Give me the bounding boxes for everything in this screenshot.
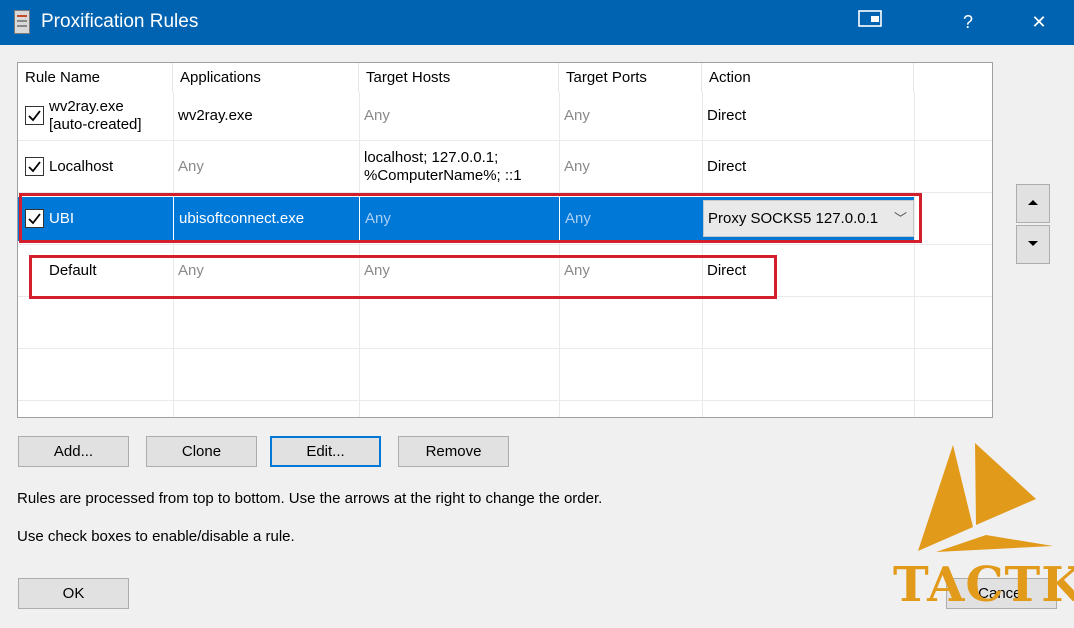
column-header-rule-name[interactable]: Rule Name bbox=[18, 63, 173, 92]
highlight-box bbox=[19, 193, 922, 243]
table-row[interactable]: Localhost Any localhost; 127.0.0.1; %Com… bbox=[18, 141, 914, 192]
add-button[interactable]: Add... bbox=[18, 436, 129, 467]
remove-button[interactable]: Remove bbox=[398, 436, 509, 467]
arrow-up-icon bbox=[1028, 200, 1038, 205]
target-ports-cell: Any bbox=[564, 107, 590, 124]
table-row[interactable]: wv2ray.exe [auto-created] wv2ray.exe Any… bbox=[18, 92, 914, 140]
info-text-checkbox: Use check boxes to enable/disable a rule… bbox=[17, 528, 295, 545]
close-button[interactable]: ✕ bbox=[1017, 6, 1061, 38]
help-button[interactable]: ? bbox=[946, 6, 990, 38]
watermark-text: TACTK bbox=[893, 557, 1074, 613]
ok-button[interactable]: OK bbox=[18, 578, 129, 609]
target-hosts-cell: localhost; 127.0.0.1; %ComputerName%; ::… bbox=[364, 148, 522, 184]
action-cell: Direct bbox=[707, 107, 747, 124]
action-cell: Direct bbox=[707, 157, 747, 175]
applications-cell: wv2ray.exe bbox=[178, 107, 253, 124]
edit-button[interactable]: Edit... bbox=[270, 436, 381, 467]
row-divider bbox=[18, 400, 992, 401]
column-header-applications[interactable]: Applications bbox=[173, 63, 359, 92]
rule-enabled-checkbox[interactable] bbox=[25, 106, 44, 125]
column-header-target-hosts[interactable]: Target Hosts bbox=[359, 63, 559, 92]
applications-cell: Any bbox=[178, 157, 204, 175]
app-icon bbox=[14, 10, 30, 34]
info-text-order: Rules are processed from top to bottom. … bbox=[17, 490, 603, 507]
pin-window-icon[interactable] bbox=[848, 6, 892, 38]
column-header-action[interactable]: Action bbox=[702, 63, 914, 92]
move-down-button[interactable] bbox=[1016, 225, 1050, 264]
title-bar: Proxification Rules ? ✕ bbox=[0, 0, 1074, 45]
column-header-target-ports[interactable]: Target Ports bbox=[559, 63, 702, 92]
target-ports-cell: Any bbox=[564, 157, 590, 175]
rule-enabled-checkbox[interactable] bbox=[25, 157, 44, 176]
target-hosts-cell: Any bbox=[364, 107, 390, 124]
row-divider bbox=[18, 348, 992, 349]
arrow-down-icon bbox=[1028, 241, 1038, 246]
clone-button[interactable]: Clone bbox=[146, 436, 257, 467]
window-title: Proxification Rules bbox=[41, 11, 199, 32]
move-up-button[interactable] bbox=[1016, 184, 1050, 223]
rule-name: wv2ray.exe [auto-created] bbox=[49, 98, 142, 133]
rule-name: Localhost bbox=[49, 157, 114, 175]
highlight-box bbox=[29, 255, 777, 299]
